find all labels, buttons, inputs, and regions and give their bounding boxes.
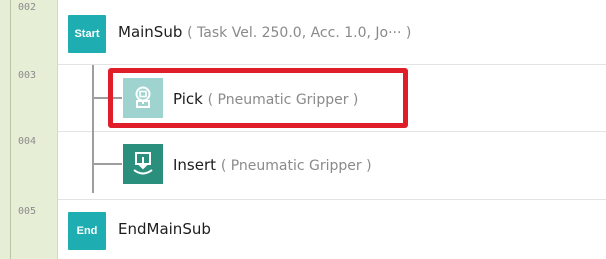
tree-connector-vertical — [92, 65, 94, 193]
start-block-name: MainSub — [118, 23, 183, 41]
row-separator — [58, 131, 606, 132]
selection-highlight — [108, 68, 408, 128]
insert-node-name: Insert — [173, 156, 217, 174]
row-separator — [58, 199, 606, 200]
insert-node[interactable]: Insert ( Pneumatic Gripper ) — [173, 156, 372, 174]
end-block-row[interactable]: EndMainSub — [118, 220, 211, 238]
gripper-insert-icon[interactable] — [123, 144, 163, 184]
gutter-divider — [10, 0, 11, 259]
gripper-insert-glyph — [133, 152, 153, 175]
end-block-name: EndMainSub — [118, 220, 211, 238]
line-number-gutter — [0, 0, 58, 259]
program-tree-editor: 002 003 004 005 Start MainSub ( Task Vel… — [0, 0, 606, 259]
row-separator — [58, 64, 606, 65]
line-number-003: 003 — [18, 70, 37, 81]
line-number-002: 002 — [18, 2, 37, 13]
insert-node-params: ( Pneumatic Gripper ) — [220, 158, 372, 174]
start-block-row[interactable]: MainSub ( Task Vel. 250.0, Acc. 1.0, Jo·… — [118, 23, 411, 41]
tree-connector-insert — [92, 163, 122, 165]
start-badge[interactable]: Start — [68, 15, 106, 53]
line-number-004: 004 — [18, 136, 37, 147]
line-number-005: 005 — [18, 206, 37, 217]
start-block-params: ( Task Vel. 250.0, Acc. 1.0, Jo··· ) — [187, 25, 412, 41]
end-badge[interactable]: End — [68, 212, 106, 250]
